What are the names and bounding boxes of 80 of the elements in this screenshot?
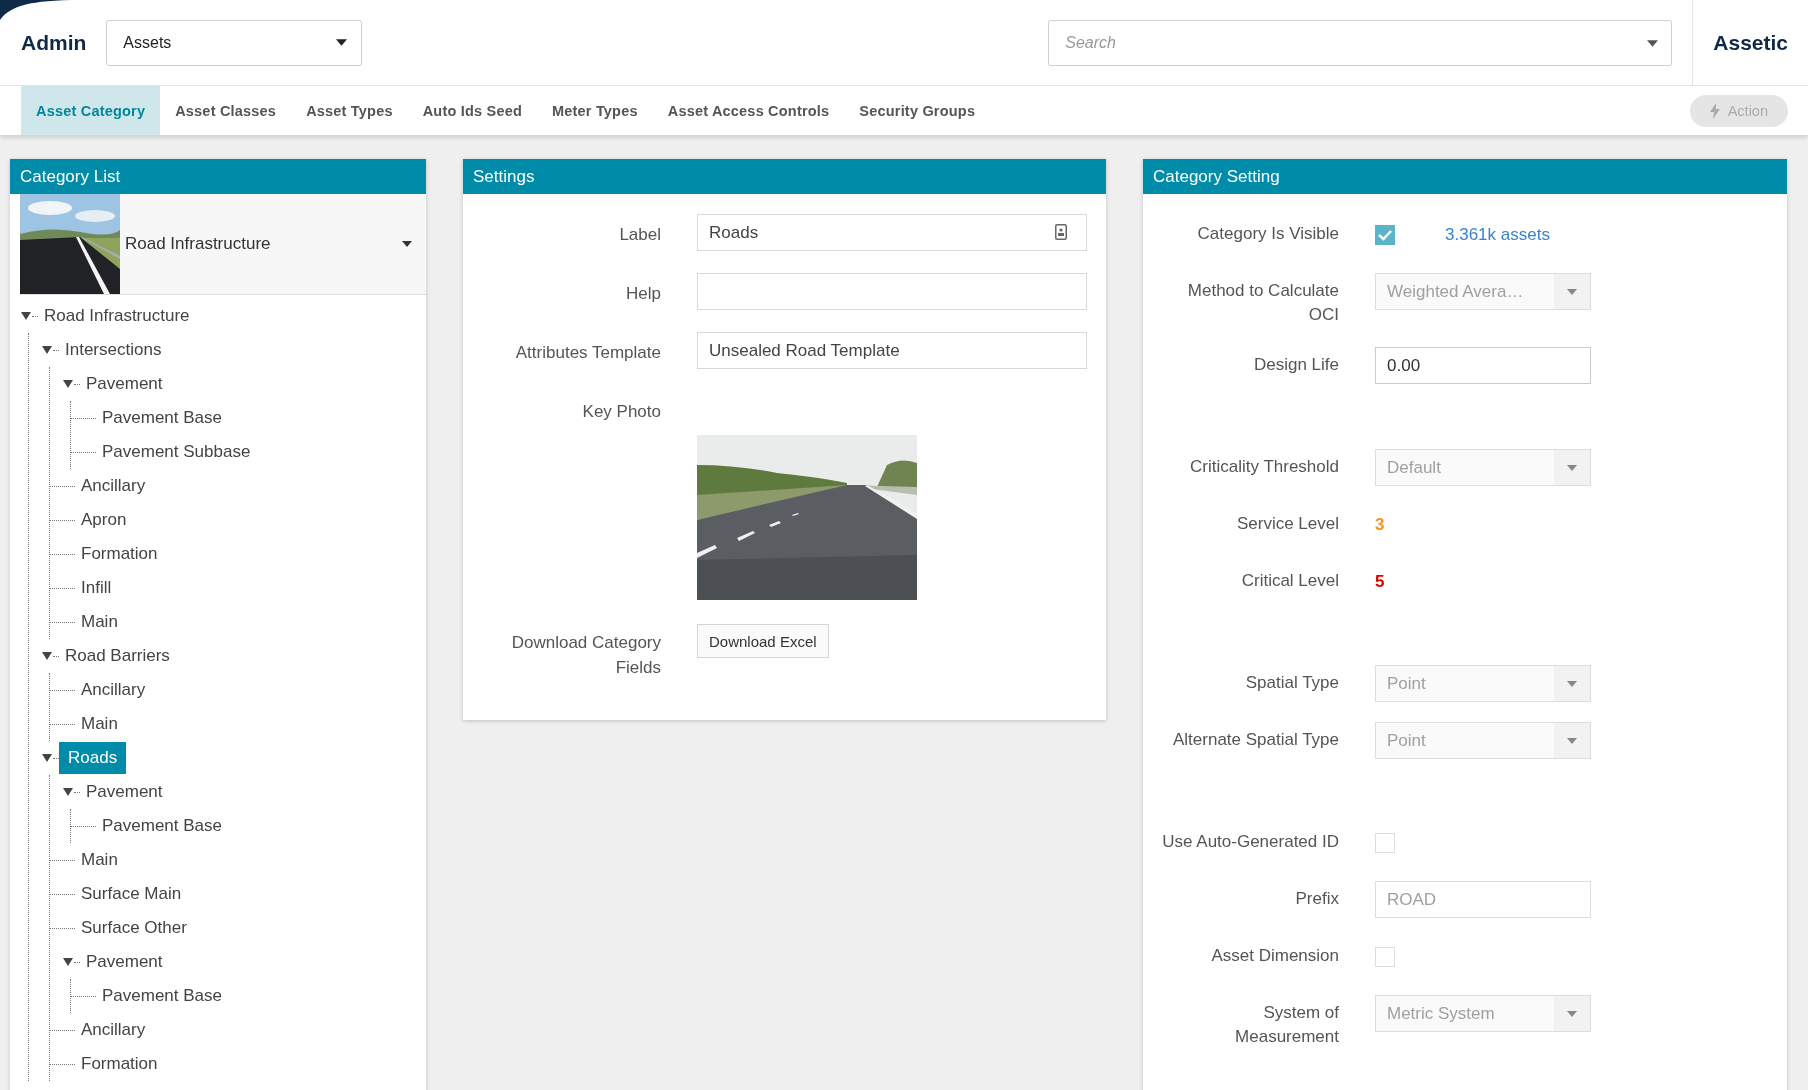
panel-header: Settings bbox=[463, 159, 1106, 194]
tree-item[interactable]: Main bbox=[81, 850, 118, 870]
search-field[interactable]: Search bbox=[1048, 19, 1673, 66]
field-label: Category Is Visible bbox=[1196, 223, 1339, 245]
tree-item[interactable]: Surface Other bbox=[81, 918, 187, 938]
caret-icon bbox=[402, 241, 412, 247]
module-select[interactable]: Assets bbox=[106, 19, 363, 66]
tree-item[interactable]: Surface Main bbox=[81, 884, 182, 904]
panel-header: Category Setting bbox=[1143, 159, 1787, 194]
tree-item[interactable]: Intersections bbox=[65, 340, 162, 360]
field-label: Label bbox=[618, 224, 661, 246]
field-label: Alternate Spatial Type bbox=[1172, 729, 1339, 751]
tree-item[interactable]: Main bbox=[81, 714, 118, 734]
tree-item[interactable]: Main bbox=[81, 612, 118, 632]
tree-item[interactable]: Formation bbox=[81, 544, 158, 564]
field-label: Critical Level bbox=[1240, 570, 1339, 592]
tab[interactable]: Asset Types bbox=[291, 86, 408, 135]
assets-link[interactable]: 3.361k assets bbox=[1445, 224, 1550, 245]
checkbox[interactable] bbox=[1375, 224, 1395, 245]
caret-icon[interactable] bbox=[62, 786, 74, 798]
tree-item[interactable]: Ancillary bbox=[81, 680, 146, 700]
caret-icon bbox=[1567, 464, 1577, 471]
caret-icon[interactable] bbox=[20, 310, 32, 322]
level-value: 5 bbox=[1375, 571, 1385, 592]
tree-item[interactable]: Pavement bbox=[86, 952, 163, 972]
tree-item[interactable]: Road Barriers bbox=[65, 646, 170, 666]
caret-icon bbox=[1567, 1010, 1577, 1017]
download-button[interactable]: Download Excel bbox=[697, 624, 829, 658]
tree-item[interactable]: Pavement Base bbox=[102, 986, 222, 1006]
caret-icon bbox=[1647, 39, 1659, 47]
caret-icon[interactable] bbox=[62, 956, 74, 968]
caret-icon[interactable] bbox=[62, 378, 74, 390]
field-label: Design Life bbox=[1252, 354, 1339, 376]
tree-item[interactable]: Apron bbox=[81, 510, 127, 530]
field-label: Attributes Template bbox=[514, 342, 661, 364]
lightning-icon bbox=[1709, 102, 1720, 119]
caret-icon[interactable] bbox=[41, 752, 53, 764]
text-field[interactable]: Unsealed Road Template bbox=[697, 332, 1087, 369]
category-picker[interactable]: Road Infrastructure bbox=[20, 194, 426, 295]
field-label: Method to Calculate OCI bbox=[1186, 280, 1339, 326]
text-field[interactable]: Roads bbox=[697, 214, 1087, 251]
field-label: Download Category Fields bbox=[510, 632, 661, 679]
brand-name: Assetic bbox=[1713, 30, 1788, 55]
caret-icon[interactable] bbox=[41, 650, 53, 662]
level-value: 3 bbox=[1375, 514, 1385, 535]
field-label: Prefix bbox=[1294, 888, 1339, 910]
tab[interactable]: Auto Ids Seed bbox=[407, 86, 537, 135]
field-label: Criticality Threshold bbox=[1189, 456, 1339, 478]
caret-icon bbox=[1567, 680, 1577, 687]
tree-item[interactable]: Road Infrastructure bbox=[44, 306, 190, 326]
document-icon bbox=[1055, 224, 1067, 240]
tree-item[interactable]: Pavement Base bbox=[102, 816, 222, 836]
caret-icon[interactable] bbox=[41, 344, 53, 356]
tree-item[interactable]: Pavement Subbase bbox=[102, 442, 251, 462]
field-label: Asset Dimension bbox=[1210, 945, 1339, 967]
tab[interactable]: Asset Access Controls bbox=[652, 86, 845, 135]
tree-item[interactable]: Pavement bbox=[86, 374, 163, 394]
tab[interactable]: Meter Types bbox=[536, 86, 653, 135]
text-field[interactable] bbox=[697, 273, 1087, 310]
field-label: Service Level bbox=[1235, 513, 1339, 535]
tree-item[interactable]: Roads bbox=[59, 742, 127, 774]
field-label: Use Auto-Generated ID bbox=[1161, 831, 1339, 853]
caret-icon bbox=[1567, 737, 1577, 744]
field-label: Key Photo bbox=[581, 401, 661, 423]
field-label: System of Measurement bbox=[1234, 1002, 1339, 1048]
tree-item[interactable]: Pavement Base bbox=[102, 408, 222, 428]
caret-icon bbox=[336, 39, 348, 46]
panel-header: Category List bbox=[10, 159, 426, 194]
app-title: Admin bbox=[21, 30, 87, 55]
field-label: Spatial Type bbox=[1244, 672, 1339, 694]
tab[interactable]: Asset Classes bbox=[160, 86, 292, 135]
tree-item[interactable]: Pavement bbox=[86, 782, 163, 802]
tab[interactable]: Security Groups bbox=[844, 86, 991, 135]
text-field[interactable]: 0.00 bbox=[1375, 347, 1591, 384]
tree-item[interactable]: Ancillary bbox=[81, 1020, 146, 1040]
tree-item[interactable]: Ancillary bbox=[81, 476, 146, 496]
field-label: Help bbox=[625, 283, 661, 305]
caret-icon bbox=[1567, 288, 1577, 295]
tree-item[interactable]: Formation bbox=[81, 1054, 158, 1074]
tree-item[interactable]: Infill bbox=[81, 578, 112, 598]
